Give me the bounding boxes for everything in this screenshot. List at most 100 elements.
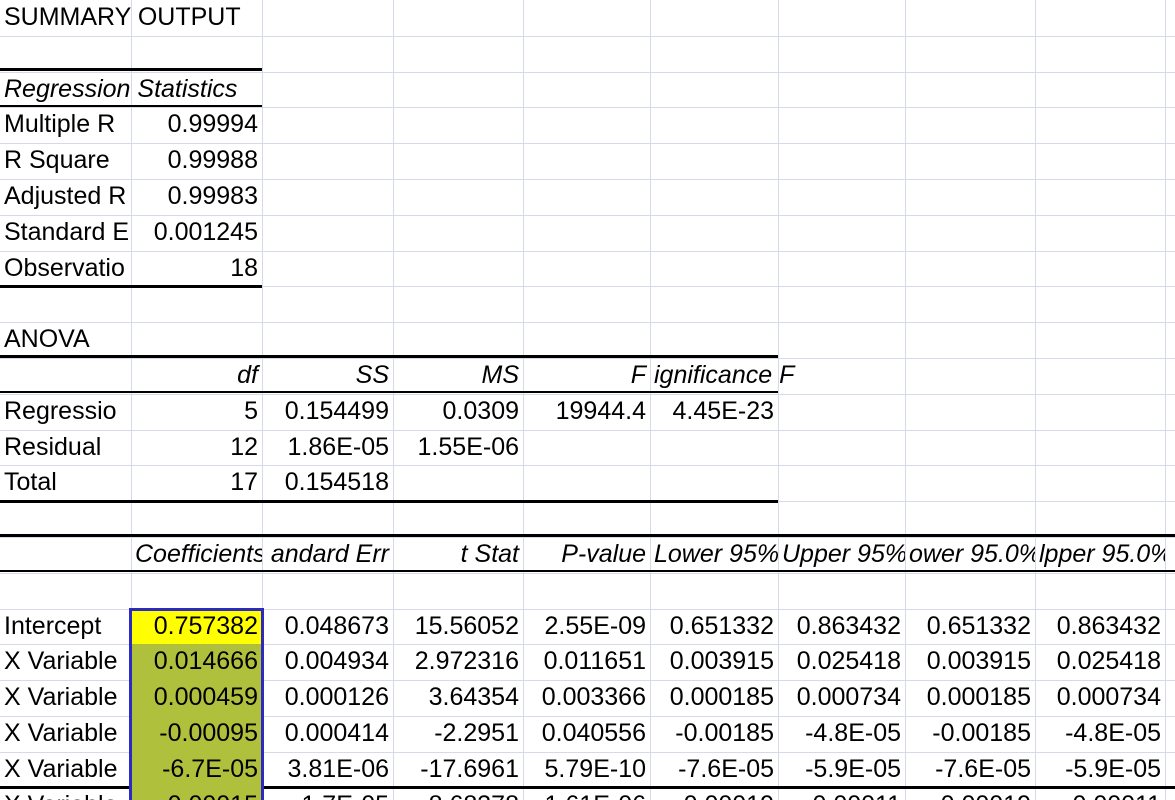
- coef-standard-error[interactable]: 0.048673: [262, 609, 393, 645]
- coef-header-lower-95[interactable]: Lower 95%: [650, 537, 778, 573]
- coef-upper-95[interactable]: 0.025418: [778, 644, 905, 680]
- coef-lower-95[interactable]: 0.003915: [650, 644, 778, 680]
- coef-lower-95-0[interactable]: 0.651332: [905, 609, 1035, 645]
- coef-upper-95-0[interactable]: -5.9E-05: [1035, 752, 1165, 788]
- anova-header-ss[interactable]: SS: [262, 358, 393, 394]
- anova-row-label-total[interactable]: Total: [0, 465, 131, 501]
- coef-t-stat[interactable]: -8.68378: [393, 788, 523, 800]
- coef-p-value[interactable]: 5.79E-10: [523, 752, 650, 788]
- anova-heading[interactable]: ANOVA: [0, 322, 262, 358]
- coef-upper-95-0[interactable]: 0.863432: [1035, 609, 1165, 645]
- coef-coefficient[interactable]: 0.014666: [131, 644, 262, 680]
- coef-upper-95[interactable]: 0.000734: [778, 680, 905, 716]
- coef-upper-95[interactable]: 0.863432: [778, 609, 905, 645]
- coef-lower-95[interactable]: -0.00185: [650, 716, 778, 752]
- coef-coefficient[interactable]: 0.000459: [131, 680, 262, 716]
- anova-regression-f[interactable]: 19944.4: [523, 394, 650, 430]
- coef-coefficient[interactable]: -6.7E-05: [131, 752, 262, 788]
- coef-t-stat[interactable]: -2.2951: [393, 716, 523, 752]
- rule-below-summary-stats: [0, 285, 262, 288]
- coef-row-label[interactable]: X Variable: [0, 752, 131, 788]
- rule-above-coefficients-header: [0, 534, 1175, 537]
- anova-regression-significance-f[interactable]: 4.45E-23: [650, 394, 778, 430]
- coef-lower-95[interactable]: -0.00019: [650, 788, 778, 800]
- stat-label-r-square[interactable]: R Square: [0, 143, 131, 179]
- coef-lower-95-0[interactable]: -0.00185: [905, 716, 1035, 752]
- stat-value-multiple-r[interactable]: 0.99994: [131, 107, 262, 143]
- anova-residual-ss[interactable]: 1.86E-05: [262, 430, 393, 466]
- coef-row-label[interactable]: Intercept: [0, 609, 131, 645]
- coef-upper-95-0[interactable]: 0.000734: [1035, 680, 1165, 716]
- anova-regression-ms[interactable]: 0.0309: [393, 394, 523, 430]
- coef-standard-error[interactable]: 0.000414: [262, 716, 393, 752]
- coef-coefficient[interactable]: 0.757382: [131, 609, 262, 645]
- coef-standard-error[interactable]: 0.000126: [262, 680, 393, 716]
- coef-row-label[interactable]: X Variable: [0, 716, 131, 752]
- coef-upper-95-0[interactable]: -4.8E-05: [1035, 716, 1165, 752]
- anova-total-ss[interactable]: 0.154518: [262, 465, 393, 501]
- coef-header-upper-95-0[interactable]: lpper 95.0%: [1035, 537, 1165, 573]
- anova-residual-df[interactable]: 12: [131, 430, 262, 466]
- coef-p-value[interactable]: 1.61E-06: [523, 788, 650, 800]
- spreadsheet-grid[interactable]: SUMMARY OUTPUT Regression Statistics Mul…: [0, 0, 1175, 800]
- coef-lower-95-0[interactable]: 0.000185: [905, 680, 1035, 716]
- coef-lower-95-0[interactable]: 0.003915: [905, 644, 1035, 680]
- coef-upper-95-0[interactable]: 0.025418: [1035, 644, 1165, 680]
- anova-row-label-regression[interactable]: Regressio: [0, 394, 131, 430]
- coef-lower-95[interactable]: -7.6E-05: [650, 752, 778, 788]
- anova-regression-df[interactable]: 5: [131, 394, 262, 430]
- coef-p-value[interactable]: 0.040556: [523, 716, 650, 752]
- coef-row-label[interactable]: X Variable: [0, 680, 131, 716]
- coef-p-value[interactable]: 2.55E-09: [523, 609, 650, 645]
- gridline-horizontal: [0, 36, 1175, 37]
- coef-lower-95-0[interactable]: -7.6E-05: [905, 752, 1035, 788]
- coef-p-value[interactable]: 0.011651: [523, 644, 650, 680]
- coef-t-stat[interactable]: 2.972316: [393, 644, 523, 680]
- regression-statistics-title[interactable]: Regression Statistics: [0, 72, 262, 108]
- coef-header-t-stat[interactable]: t Stat: [393, 537, 523, 573]
- coef-row-label[interactable]: X Variable: [0, 788, 131, 800]
- coef-header-standard-error[interactable]: andard Err: [262, 537, 393, 573]
- coef-header-p-value[interactable]: P-value: [523, 537, 650, 573]
- stat-value-observations[interactable]: 18: [131, 251, 262, 287]
- coef-standard-error[interactable]: 3.81E-06: [262, 752, 393, 788]
- coef-header-coefficients[interactable]: Coefficients: [131, 537, 262, 573]
- coef-row-label[interactable]: X Variable: [0, 644, 131, 680]
- stat-value-adjusted-r-square[interactable]: 0.99983: [131, 179, 262, 215]
- stat-label-adjusted-r-square[interactable]: Adjusted R: [0, 179, 131, 215]
- coef-lower-95[interactable]: 0.651332: [650, 609, 778, 645]
- coef-standard-error[interactable]: 0.004934: [262, 644, 393, 680]
- anova-regression-ss[interactable]: 0.154499: [262, 394, 393, 430]
- gridline-horizontal: [0, 573, 1175, 574]
- anova-row-label-residual[interactable]: Residual: [0, 430, 131, 466]
- coef-p-value[interactable]: 0.003366: [523, 680, 650, 716]
- coef-lower-95-0[interactable]: -0.00019: [905, 788, 1035, 800]
- coef-upper-95[interactable]: -5.9E-05: [778, 752, 905, 788]
- anova-header-df[interactable]: df: [131, 358, 262, 394]
- coef-header-upper-95[interactable]: Upper 95%: [778, 537, 905, 573]
- coef-lower-95[interactable]: 0.000185: [650, 680, 778, 716]
- coef-t-stat[interactable]: 15.56052: [393, 609, 523, 645]
- stat-value-standard-error[interactable]: 0.001245: [131, 215, 262, 251]
- rule-above-anova-header: [0, 355, 778, 358]
- summary-output-heading[interactable]: SUMMARY OUTPUT: [0, 0, 262, 36]
- anova-residual-ms[interactable]: 1.55E-06: [393, 430, 523, 466]
- anova-total-df[interactable]: 17: [131, 465, 262, 501]
- rule-above-regression-statistics: [0, 68, 262, 71]
- stat-value-r-square[interactable]: 0.99988: [131, 143, 262, 179]
- stat-label-standard-error[interactable]: Standard E: [0, 215, 131, 251]
- coef-t-stat[interactable]: 3.64354: [393, 680, 523, 716]
- anova-header-significance-f[interactable]: ignificance F: [650, 358, 800, 394]
- coef-coefficient[interactable]: -0.00095: [131, 716, 262, 752]
- coef-upper-95-0[interactable]: -0.00011: [1035, 788, 1165, 800]
- anova-header-ms[interactable]: MS: [393, 358, 523, 394]
- coef-standard-error[interactable]: 1.7E-05: [262, 788, 393, 800]
- anova-header-f[interactable]: F: [523, 358, 650, 394]
- coef-upper-95[interactable]: -4.8E-05: [778, 716, 905, 752]
- coef-upper-95[interactable]: -0.00011: [778, 788, 905, 800]
- stat-label-multiple-r[interactable]: Multiple R: [0, 107, 131, 143]
- coef-header-lower-95-0[interactable]: ower 95.0%: [905, 537, 1035, 573]
- coef-t-stat[interactable]: -17.6961: [393, 752, 523, 788]
- coef-coefficient[interactable]: -0.00015: [131, 788, 262, 800]
- stat-label-observations[interactable]: Observatio: [0, 251, 131, 287]
